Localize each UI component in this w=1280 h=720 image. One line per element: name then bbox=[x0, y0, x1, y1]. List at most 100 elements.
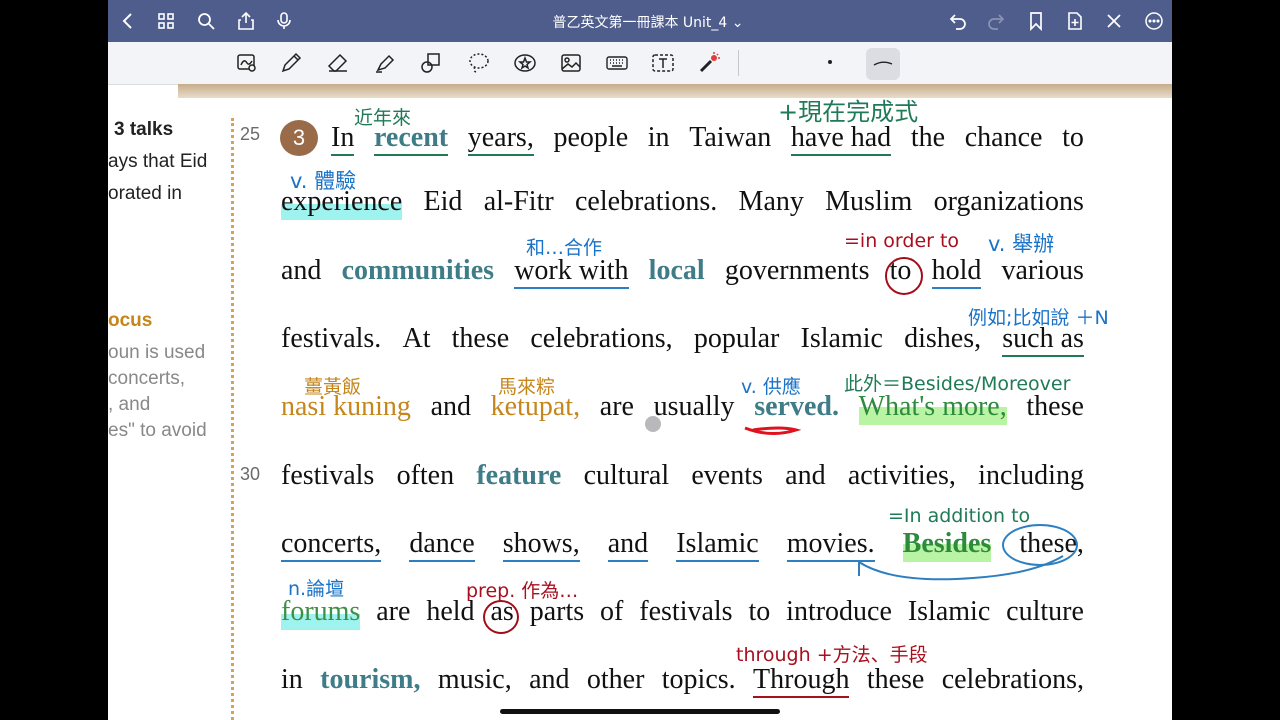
word: these bbox=[866, 664, 925, 695]
line-number-30: 30 bbox=[240, 464, 261, 484]
sidebar-line-5: oun is used bbox=[108, 342, 206, 363]
word: cultural bbox=[583, 460, 670, 491]
annotation-served: v. 供應 bbox=[741, 376, 801, 398]
toolbar-divider bbox=[738, 50, 739, 76]
undo-icon[interactable] bbox=[946, 9, 970, 33]
highlighter-icon[interactable] bbox=[370, 50, 400, 76]
annotation-hold: v. 舉辦 bbox=[988, 232, 1055, 256]
word: music, bbox=[437, 664, 512, 695]
image-icon[interactable] bbox=[556, 50, 586, 76]
laser-pointer-icon[interactable] bbox=[694, 50, 724, 76]
word: celebrations. bbox=[574, 186, 718, 217]
word: activities, bbox=[847, 460, 956, 491]
document-title[interactable]: 普乙英文第一冊課本 Unit_4 ⌄ bbox=[448, 12, 848, 32]
ink-circle-as bbox=[483, 600, 519, 634]
annotation-besides: =In addition to bbox=[888, 505, 1031, 527]
sticker-icon[interactable] bbox=[510, 50, 540, 76]
word: and bbox=[281, 255, 322, 286]
word: these bbox=[451, 323, 510, 354]
vocab-word: local bbox=[648, 255, 705, 286]
word: hold bbox=[931, 253, 982, 289]
lasso-image-icon[interactable] bbox=[232, 50, 262, 76]
passage-line-8: forums are held as parts of festivals to… bbox=[281, 594, 1084, 630]
sidebar-line-1: 3 talks bbox=[114, 119, 174, 140]
word: organizations bbox=[933, 186, 1084, 217]
word: of bbox=[600, 596, 624, 627]
word: culture bbox=[1006, 596, 1084, 627]
home-indicator[interactable] bbox=[500, 709, 780, 714]
word: are bbox=[599, 391, 634, 422]
line-number-25: 25 bbox=[240, 124, 261, 144]
annotation-toolbar bbox=[108, 42, 1172, 85]
word: usually bbox=[653, 391, 735, 422]
stroke-style-thin[interactable] bbox=[866, 48, 900, 80]
word: and bbox=[607, 526, 649, 562]
word: and bbox=[785, 460, 826, 491]
annotation-experience: v. 體驗 bbox=[290, 169, 357, 193]
word: various bbox=[1001, 255, 1084, 286]
lasso-icon[interactable] bbox=[464, 50, 494, 76]
pencil-hover-dot bbox=[645, 416, 661, 432]
vocab-word: feature bbox=[476, 460, 562, 491]
word: concerts, bbox=[281, 526, 382, 562]
passage-line-4: festivals. At these celebrations, popula… bbox=[281, 321, 1084, 357]
grid-icon[interactable] bbox=[154, 9, 178, 33]
more-icon[interactable] bbox=[1142, 9, 1166, 33]
sidebar-line-7: , and bbox=[108, 394, 151, 415]
search-icon[interactable] bbox=[194, 9, 218, 33]
shapes-icon[interactable] bbox=[416, 50, 446, 76]
word: dance bbox=[409, 526, 475, 562]
word: in bbox=[647, 122, 670, 153]
word: events bbox=[691, 460, 763, 491]
dotted-margin-rule bbox=[231, 118, 234, 720]
add-page-icon[interactable] bbox=[1063, 9, 1087, 33]
word: topics. bbox=[661, 664, 736, 695]
microphone-icon[interactable] bbox=[272, 9, 296, 33]
sidebar-line-6: concerts, bbox=[108, 368, 186, 389]
passage-line-3: and communities work with local governme… bbox=[281, 253, 1084, 289]
word: to bbox=[1062, 122, 1084, 153]
bookmark-icon[interactable] bbox=[1024, 9, 1048, 33]
word: in bbox=[281, 664, 303, 695]
passage-line-1: In recent years, people in Taiwan have h… bbox=[331, 120, 1084, 156]
annotation-nasi-kuning: 薑黃飯 bbox=[304, 376, 362, 398]
keyboard-icon[interactable] bbox=[602, 50, 632, 76]
text-box-icon[interactable] bbox=[648, 50, 678, 76]
vocab-word: tourism, bbox=[320, 664, 421, 695]
word: celebrations, bbox=[530, 323, 673, 354]
passage-line-9: in tourism, music, and other topics. Thr… bbox=[281, 662, 1084, 698]
pen-icon[interactable] bbox=[276, 50, 306, 76]
passage-line-2: experience Eid al-Fitr celebrations. Man… bbox=[281, 184, 1084, 220]
word: to bbox=[748, 596, 771, 627]
ink-circle-to bbox=[885, 257, 923, 295]
word: festivals bbox=[639, 596, 733, 627]
word: are bbox=[376, 596, 411, 627]
annotation-recent: 近年來 bbox=[354, 107, 412, 129]
annotation-forums: n.論壇 bbox=[288, 578, 345, 600]
redo-icon[interactable] bbox=[984, 9, 1008, 33]
ink-arrow-besides bbox=[858, 555, 1064, 581]
paragraph-number-badge: 3 bbox=[280, 120, 318, 156]
word: Eid bbox=[423, 186, 463, 217]
annotation-ketupat: 馬來粽 bbox=[498, 376, 556, 398]
word: At bbox=[402, 323, 431, 354]
share-icon[interactable] bbox=[234, 9, 258, 33]
word: al-Fitr bbox=[483, 186, 554, 217]
vocab-word: communities bbox=[341, 255, 495, 286]
eraser-icon[interactable] bbox=[323, 50, 353, 76]
word: Muslim bbox=[825, 186, 913, 217]
close-icon[interactable] bbox=[1102, 9, 1126, 33]
word: Islamic bbox=[676, 526, 759, 562]
stroke-size-dot[interactable] bbox=[826, 58, 834, 66]
back-icon[interactable] bbox=[116, 9, 140, 33]
word: people bbox=[553, 122, 629, 153]
word: Islamic bbox=[907, 596, 991, 627]
annotation-whats-more: 此外＝Besides/Moreover bbox=[844, 373, 1071, 395]
sidebar-focus-heading: ocus bbox=[108, 310, 153, 331]
word: including bbox=[978, 460, 1084, 491]
ink-underline-served bbox=[744, 426, 801, 435]
annotation-through: through +方法、手段 bbox=[736, 644, 928, 666]
word: introduce bbox=[786, 596, 892, 627]
word: Through bbox=[753, 662, 850, 698]
word: shows, bbox=[502, 526, 580, 562]
